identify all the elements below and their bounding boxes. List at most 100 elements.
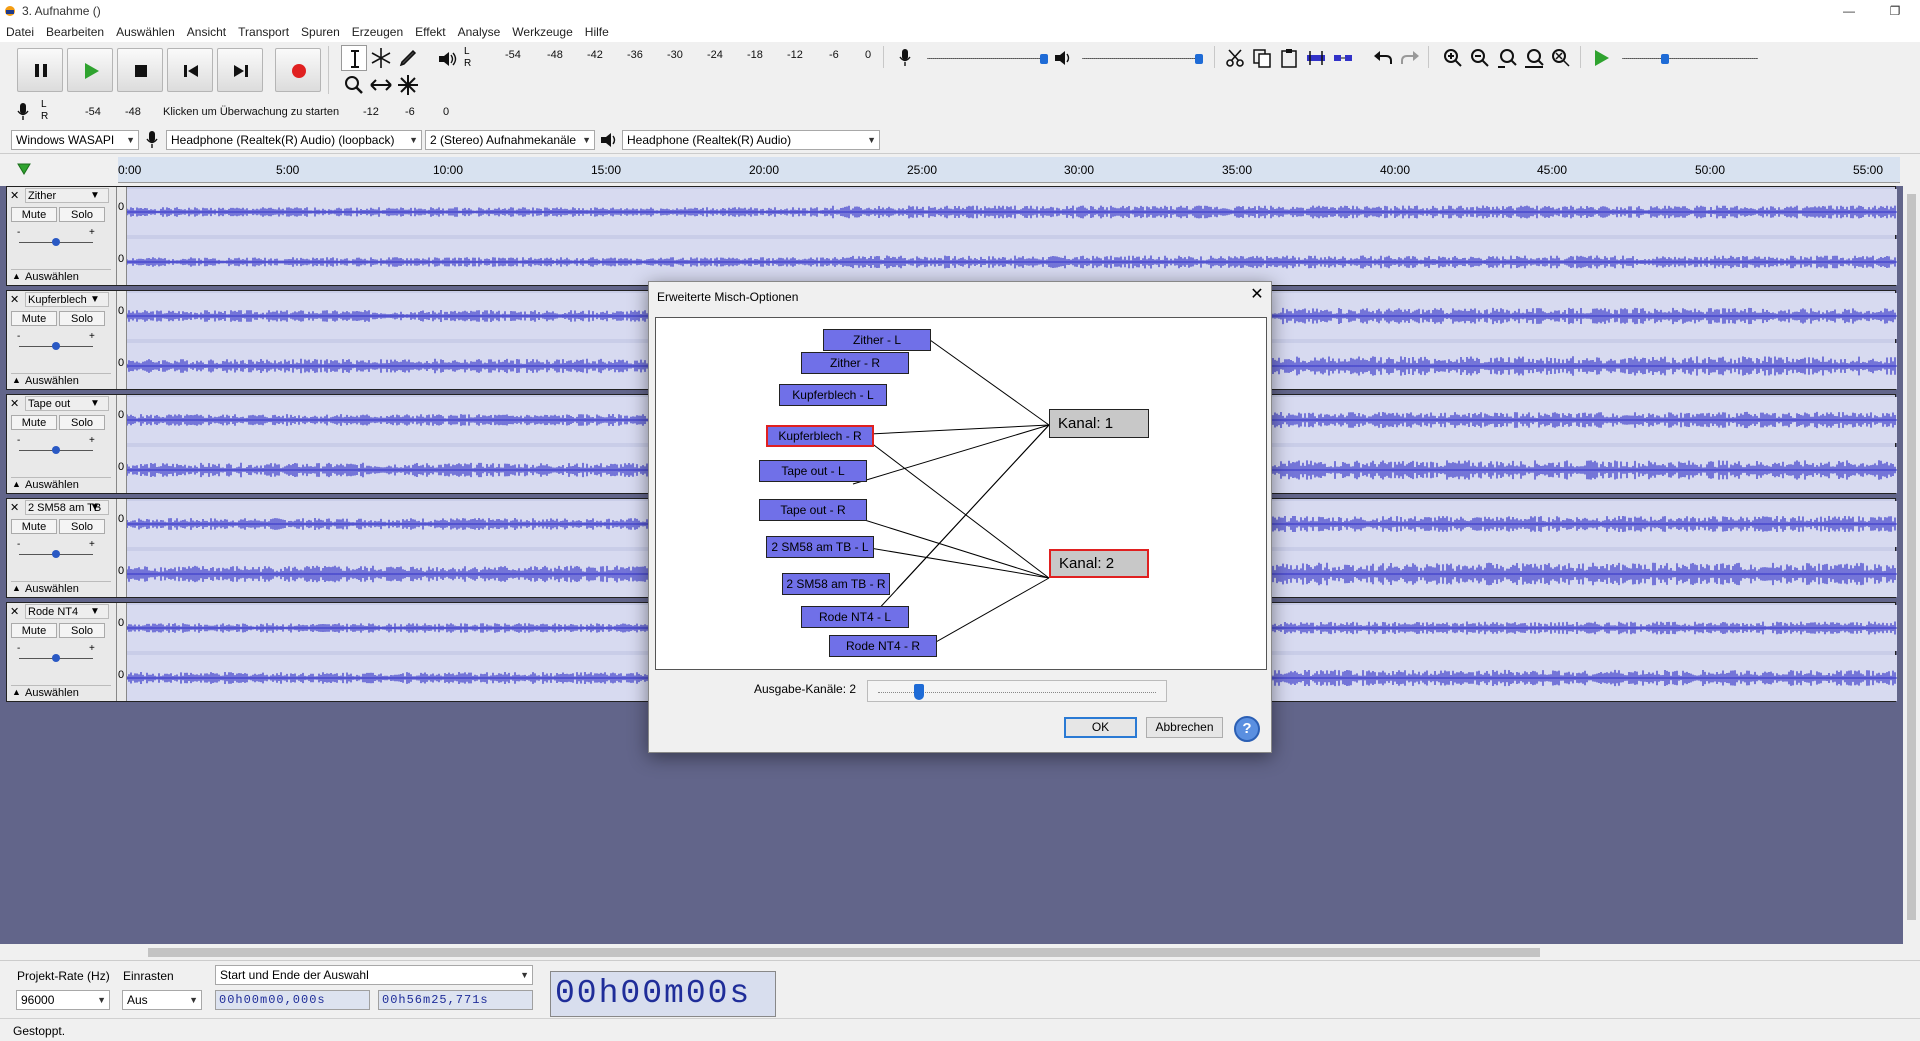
close-track-icon[interactable]: ✕ [10, 293, 19, 306]
selection-end-time[interactable]: 00h56m25,771s [378, 990, 533, 1010]
solo-button[interactable]: Solo [59, 207, 105, 222]
menu-bearbeiten[interactable]: Bearbeiten [40, 22, 110, 42]
gain-slider-thumb[interactable] [52, 342, 60, 350]
menu-analyse[interactable]: Analyse [452, 22, 507, 42]
mix-matrix-canvas[interactable]: Zither - L Zither - R Kupferblech - L Ku… [655, 317, 1267, 670]
output-channel-box[interactable]: Kanal: 1 [1049, 409, 1149, 438]
zoom-tool[interactable] [341, 72, 367, 98]
gain-slider-thumb[interactable] [52, 654, 60, 662]
recording-channels-select[interactable]: 2 (Stereo) Aufnahmekanäle ▼ [425, 130, 595, 150]
fit-selection-icon[interactable] [1496, 47, 1518, 69]
vertical-ruler[interactable]: 0 0 [117, 603, 127, 701]
zoom-out-icon[interactable] [1469, 47, 1491, 69]
redo-icon[interactable] [1399, 47, 1421, 69]
playback-device-select[interactable]: Headphone (Realtek(R) Audio) ▼ [622, 130, 880, 150]
chevron-down-icon[interactable]: ▼ [90, 190, 100, 201]
cancel-button[interactable]: Abbrechen [1146, 717, 1223, 738]
menu-erzeugen[interactable]: Erzeugen [346, 22, 409, 42]
selection-mode-select[interactable]: Start und Ende der Auswahl ▼ [215, 965, 533, 985]
undo-icon[interactable] [1372, 47, 1394, 69]
recording-device-select[interactable]: Headphone (Realtek(R) Audio) (loopback) ▼ [166, 130, 422, 150]
zoom-in-icon[interactable] [1442, 47, 1464, 69]
playback-meter[interactable]: -54 -48 -42 -36 -30 -24 -18 -12 -6 0 [505, 49, 875, 63]
menu-effekt[interactable]: Effekt [409, 22, 451, 42]
timeline-ruler[interactable]: 0:00 5:00 10:00 15:00 20:00 25:00 30:00 … [0, 155, 1920, 185]
maximize-button[interactable]: ❐ [1872, 0, 1918, 22]
mix-source-box[interactable]: Zither - R [801, 352, 909, 374]
vertical-ruler[interactable]: 0 0 [117, 499, 127, 597]
recording-volume-thumb[interactable] [1040, 54, 1048, 64]
mute-button[interactable]: Mute [11, 207, 57, 222]
scrollbar-thumb[interactable] [148, 948, 1540, 957]
solo-button[interactable]: Solo [59, 311, 105, 326]
multi-tool[interactable] [395, 72, 421, 98]
mix-source-box[interactable]: Rode NT4 - L [801, 606, 909, 628]
envelope-tool[interactable] [368, 45, 394, 71]
paste-icon[interactable] [1278, 47, 1300, 69]
menu-spuren[interactable]: Spuren [295, 22, 346, 42]
mix-source-box[interactable]: Tape out - L [759, 460, 867, 482]
close-track-icon[interactable]: ✕ [10, 605, 19, 618]
menu-auswaehlen[interactable]: Auswählen [110, 22, 181, 42]
mix-source-box[interactable]: Kupferblech - L [779, 384, 887, 406]
menu-datei[interactable]: Datei [0, 22, 40, 42]
mix-source-box[interactable]: 2 SM58 am TB - R [782, 573, 890, 595]
menu-transport[interactable]: Transport [232, 22, 295, 42]
silence-audio-icon[interactable] [1332, 47, 1354, 69]
vertical-ruler[interactable]: 0 0 [117, 291, 127, 389]
minimize-button[interactable]: — [1826, 0, 1872, 22]
gain-slider-thumb[interactable] [52, 238, 60, 246]
mix-source-box[interactable]: 2 SM58 am TB - L [766, 536, 874, 558]
playback-volume-thumb[interactable] [1195, 54, 1203, 64]
audio-position-display[interactable]: 00h00m00s [550, 971, 776, 1017]
play-speed-thumb[interactable] [1661, 54, 1669, 64]
fit-project-icon[interactable] [1523, 47, 1545, 69]
output-channel-box-selected[interactable]: Kanal: 2 [1049, 549, 1149, 578]
output-channels-slider[interactable] [867, 680, 1167, 702]
copy-icon[interactable] [1251, 47, 1273, 69]
select-track-button[interactable]: Auswählen [11, 685, 111, 700]
select-track-button[interactable]: Auswählen [11, 581, 111, 596]
cut-icon[interactable] [1224, 47, 1246, 69]
horizontal-scrollbar[interactable] [138, 944, 1903, 961]
ruler-bar[interactable]: 0:00 5:00 10:00 15:00 20:00 25:00 30:00 … [118, 157, 1900, 183]
vertical-ruler[interactable]: 0 0 [117, 187, 127, 285]
gain-slider-thumb[interactable] [52, 446, 60, 454]
close-icon[interactable]: ✕ [1245, 284, 1269, 306]
stop-button[interactable] [117, 48, 163, 92]
play-speed-slider[interactable] [1622, 58, 1758, 59]
select-track-button[interactable]: Auswählen [11, 373, 111, 388]
output-channels-thumb[interactable] [914, 684, 924, 700]
mute-button[interactable]: Mute [11, 311, 57, 326]
mix-source-box[interactable]: Tape out - R [759, 499, 867, 521]
zoom-toggle-icon[interactable] [1550, 47, 1572, 69]
trim-audio-icon[interactable] [1305, 47, 1327, 69]
select-track-button[interactable]: Auswählen [11, 477, 111, 492]
solo-button[interactable]: Solo [59, 519, 105, 534]
snap-select[interactable]: Aus ▼ [122, 990, 202, 1010]
mute-button[interactable]: Mute [11, 623, 57, 638]
chevron-down-icon[interactable]: ▼ [90, 398, 100, 409]
menu-werkzeuge[interactable]: Werkzeuge [506, 22, 578, 42]
recording-meter[interactable]: -54 -48 Klicken um Überwachung zu starte… [53, 106, 453, 120]
pin-playhead-icon[interactable] [16, 161, 32, 177]
play-button[interactable] [67, 48, 113, 92]
time-shift-tool[interactable] [368, 72, 394, 98]
menu-hilfe[interactable]: Hilfe [579, 22, 615, 42]
mix-source-box[interactable]: Rode NT4 - R [829, 635, 937, 657]
help-icon[interactable]: ? [1234, 716, 1260, 742]
vertical-scrollbar[interactable] [1903, 186, 1920, 944]
scrollbar-thumb[interactable] [1907, 194, 1916, 920]
ok-button[interactable]: OK [1064, 717, 1137, 738]
audio-track[interactable]: ✕ Zither ▼ Mute Solo - + ▲ Auswählen 0 0 [6, 186, 1897, 286]
close-track-icon[interactable]: ✕ [10, 397, 19, 410]
mix-source-box-selected[interactable]: Kupferblech - R [766, 425, 874, 447]
playback-volume-slider[interactable] [1082, 58, 1202, 59]
recording-volume-slider[interactable] [927, 58, 1047, 59]
draw-tool[interactable] [395, 45, 421, 71]
mute-button[interactable]: Mute [11, 519, 57, 534]
chevron-down-icon[interactable]: ▼ [90, 294, 100, 305]
waveform-left[interactable] [127, 189, 1897, 235]
audio-host-select[interactable]: Windows WASAPI ▼ [11, 130, 139, 150]
chevron-down-icon[interactable]: ▼ [90, 606, 100, 617]
